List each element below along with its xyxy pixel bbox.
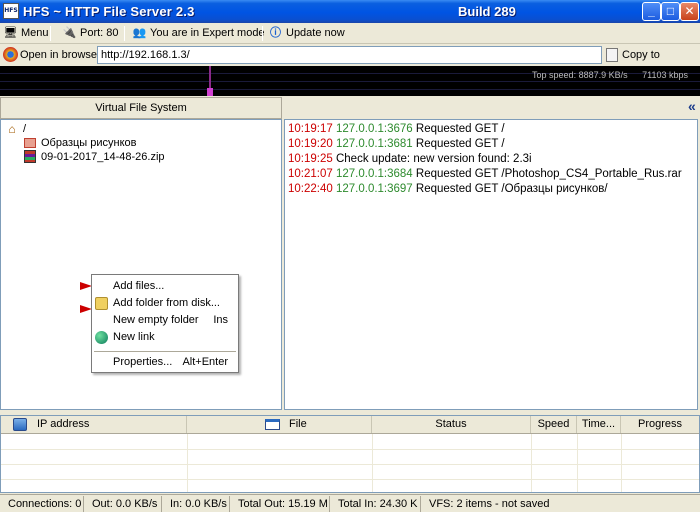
- vfs-header: Virtual File System: [0, 97, 282, 119]
- window-title: HFS ~ HTTP File Server 2.3: [23, 4, 195, 19]
- port-label: Port: 80: [80, 27, 119, 39]
- globe-icon: [95, 331, 108, 344]
- menu-label: Menu: [21, 27, 49, 39]
- toolbar-separator: [124, 26, 125, 41]
- port-button[interactable]: 🔌 Port: 80: [62, 25, 119, 42]
- zip-archive-icon: [23, 150, 37, 164]
- status-out: Out: 0.0 KB/s: [84, 496, 162, 512]
- column-ip-address[interactable]: IP address: [1, 416, 187, 433]
- menu-button[interactable]: 🖥 Menu: [3, 25, 49, 42]
- update-now-button[interactable]: ⓘ Update now: [268, 25, 345, 42]
- vfs-file-node[interactable]: 09-01-2017_14-48-26.zip: [23, 150, 165, 164]
- users-icon: 👥: [132, 27, 147, 39]
- context-menu: Add files... Add folder from disk... New…: [91, 274, 239, 373]
- top-speed-label: Top speed: 8887.9 KB/s: [532, 70, 628, 80]
- vfs-folder-label: Образцы рисунков: [41, 137, 137, 149]
- column-status[interactable]: Status: [372, 416, 531, 433]
- folder-icon: [23, 136, 37, 150]
- column-speed[interactable]: Speed: [531, 416, 577, 433]
- menu-item-shortcut: Ins: [213, 314, 228, 326]
- connections-header: IP address File Status Speed Time... Pro…: [1, 416, 699, 434]
- network-icon: [13, 418, 27, 431]
- menu-item-shortcut: Alt+Enter: [182, 356, 228, 368]
- info-icon: ⓘ: [270, 27, 281, 39]
- home-icon: ⌂: [8, 122, 16, 136]
- plug-icon: 🔌: [62, 27, 77, 39]
- log-line: 10:19:25 Check update: new version found…: [288, 153, 532, 165]
- log-line: 10:22:40 127.0.0.1:3697 Requested GET /О…: [288, 183, 608, 195]
- status-connections: Connections: 0: [0, 496, 84, 512]
- expert-mode-button[interactable]: 👥 You are in Expert mode: [132, 25, 265, 42]
- menu-item-label: Add files...: [113, 280, 165, 292]
- open-in-browser-button[interactable]: Open in browser: [2, 46, 101, 64]
- bandwidth-graph: Top speed: 8887.9 KB/s 71103 kbps: [0, 66, 700, 96]
- hfs-app-icon[interactable]: HFS: [3, 3, 19, 19]
- vfs-folder-node[interactable]: Образцы рисунков: [23, 136, 137, 150]
- log-line: 10:19:20 127.0.0.1:3681 Requested GET /: [288, 138, 505, 150]
- status-total-out: Total Out: 15.19 M: [230, 496, 330, 512]
- log-line: 10:19:17 127.0.0.1:3676 Requested GET /: [288, 123, 505, 135]
- title-bar: HFS HFS ~ HTTP File Server 2.3 Build 289…: [0, 0, 700, 23]
- browser-icon: [3, 47, 18, 62]
- open-in-browser-label: Open in browser: [20, 49, 101, 61]
- collapse-panel-icon[interactable]: «: [688, 98, 696, 114]
- url-bar: Open in browser Copy to clipboard: [0, 44, 700, 79]
- folder-open-icon: [95, 297, 108, 310]
- column-progress[interactable]: Progress: [621, 416, 699, 433]
- menu-item-add-files[interactable]: Add files...: [92, 278, 238, 295]
- status-vfs: VFS: 2 items - not saved: [429, 498, 550, 510]
- total-speed-label: 71103 kbps: [642, 70, 688, 80]
- vfs-root-node[interactable]: ⌂ /: [5, 122, 26, 136]
- status-total-in: Total In: 24.30 K: [330, 496, 421, 512]
- menu-item-new-empty-folder[interactable]: New empty folder Ins: [92, 312, 238, 329]
- copy-to-clipboard-button[interactable]: Copy to clipboard: [604, 46, 699, 79]
- url-field[interactable]: [97, 46, 602, 64]
- computer-icon: 🖥: [3, 27, 18, 39]
- graph-spike-peak: [207, 88, 213, 96]
- clipboard-icon: [606, 48, 618, 62]
- main-toolbar: 🖥 Menu 🔌 Port: 80 👥 You are in Expert mo…: [0, 23, 700, 44]
- menu-item-label: New empty folder: [113, 314, 199, 326]
- menu-item-new-link[interactable]: New link: [92, 329, 238, 346]
- column-time[interactable]: Time...: [577, 416, 621, 433]
- menu-item-label: Add folder from disk...: [113, 297, 220, 309]
- toolbar-separator: [262, 26, 263, 41]
- log-line: 10:21:07 127.0.0.1:3684 Requested GET /P…: [288, 168, 682, 180]
- column-file[interactable]: File: [187, 416, 372, 433]
- connections-table[interactable]: IP address File Status Speed Time... Pro…: [0, 415, 700, 493]
- log-panel[interactable]: 10:19:17 127.0.0.1:3676 Requested GET / …: [284, 119, 698, 410]
- menu-item-label: Properties...: [113, 356, 173, 368]
- minimize-button[interactable]: _: [642, 2, 661, 21]
- maximize-button[interactable]: □: [661, 2, 680, 21]
- expert-mode-label: You are in Expert mode: [150, 27, 265, 39]
- menu-item-label: New link: [113, 331, 155, 343]
- menu-separator: [94, 351, 236, 352]
- status-in: In: 0.0 KB/s: [162, 496, 230, 512]
- toolbar-separator: [50, 26, 51, 41]
- menu-item-properties[interactable]: Properties... Alt+Enter: [92, 354, 238, 371]
- vfs-root-label: /: [23, 123, 27, 135]
- status-bar: Connections: 0 Out: 0.0 KB/s In: 0.0 KB/…: [0, 494, 700, 512]
- menu-item-add-folder[interactable]: Add folder from disk...: [92, 295, 238, 312]
- build-label: Build 289: [458, 4, 516, 19]
- close-button[interactable]: ✕: [680, 2, 699, 21]
- window-icon: [265, 419, 280, 430]
- update-label: Update now: [286, 27, 345, 39]
- vfs-file-label: 09-01-2017_14-48-26.zip: [41, 151, 165, 163]
- graph-info: Top speed: 8887.9 KB/s 71103 kbps: [520, 70, 688, 80]
